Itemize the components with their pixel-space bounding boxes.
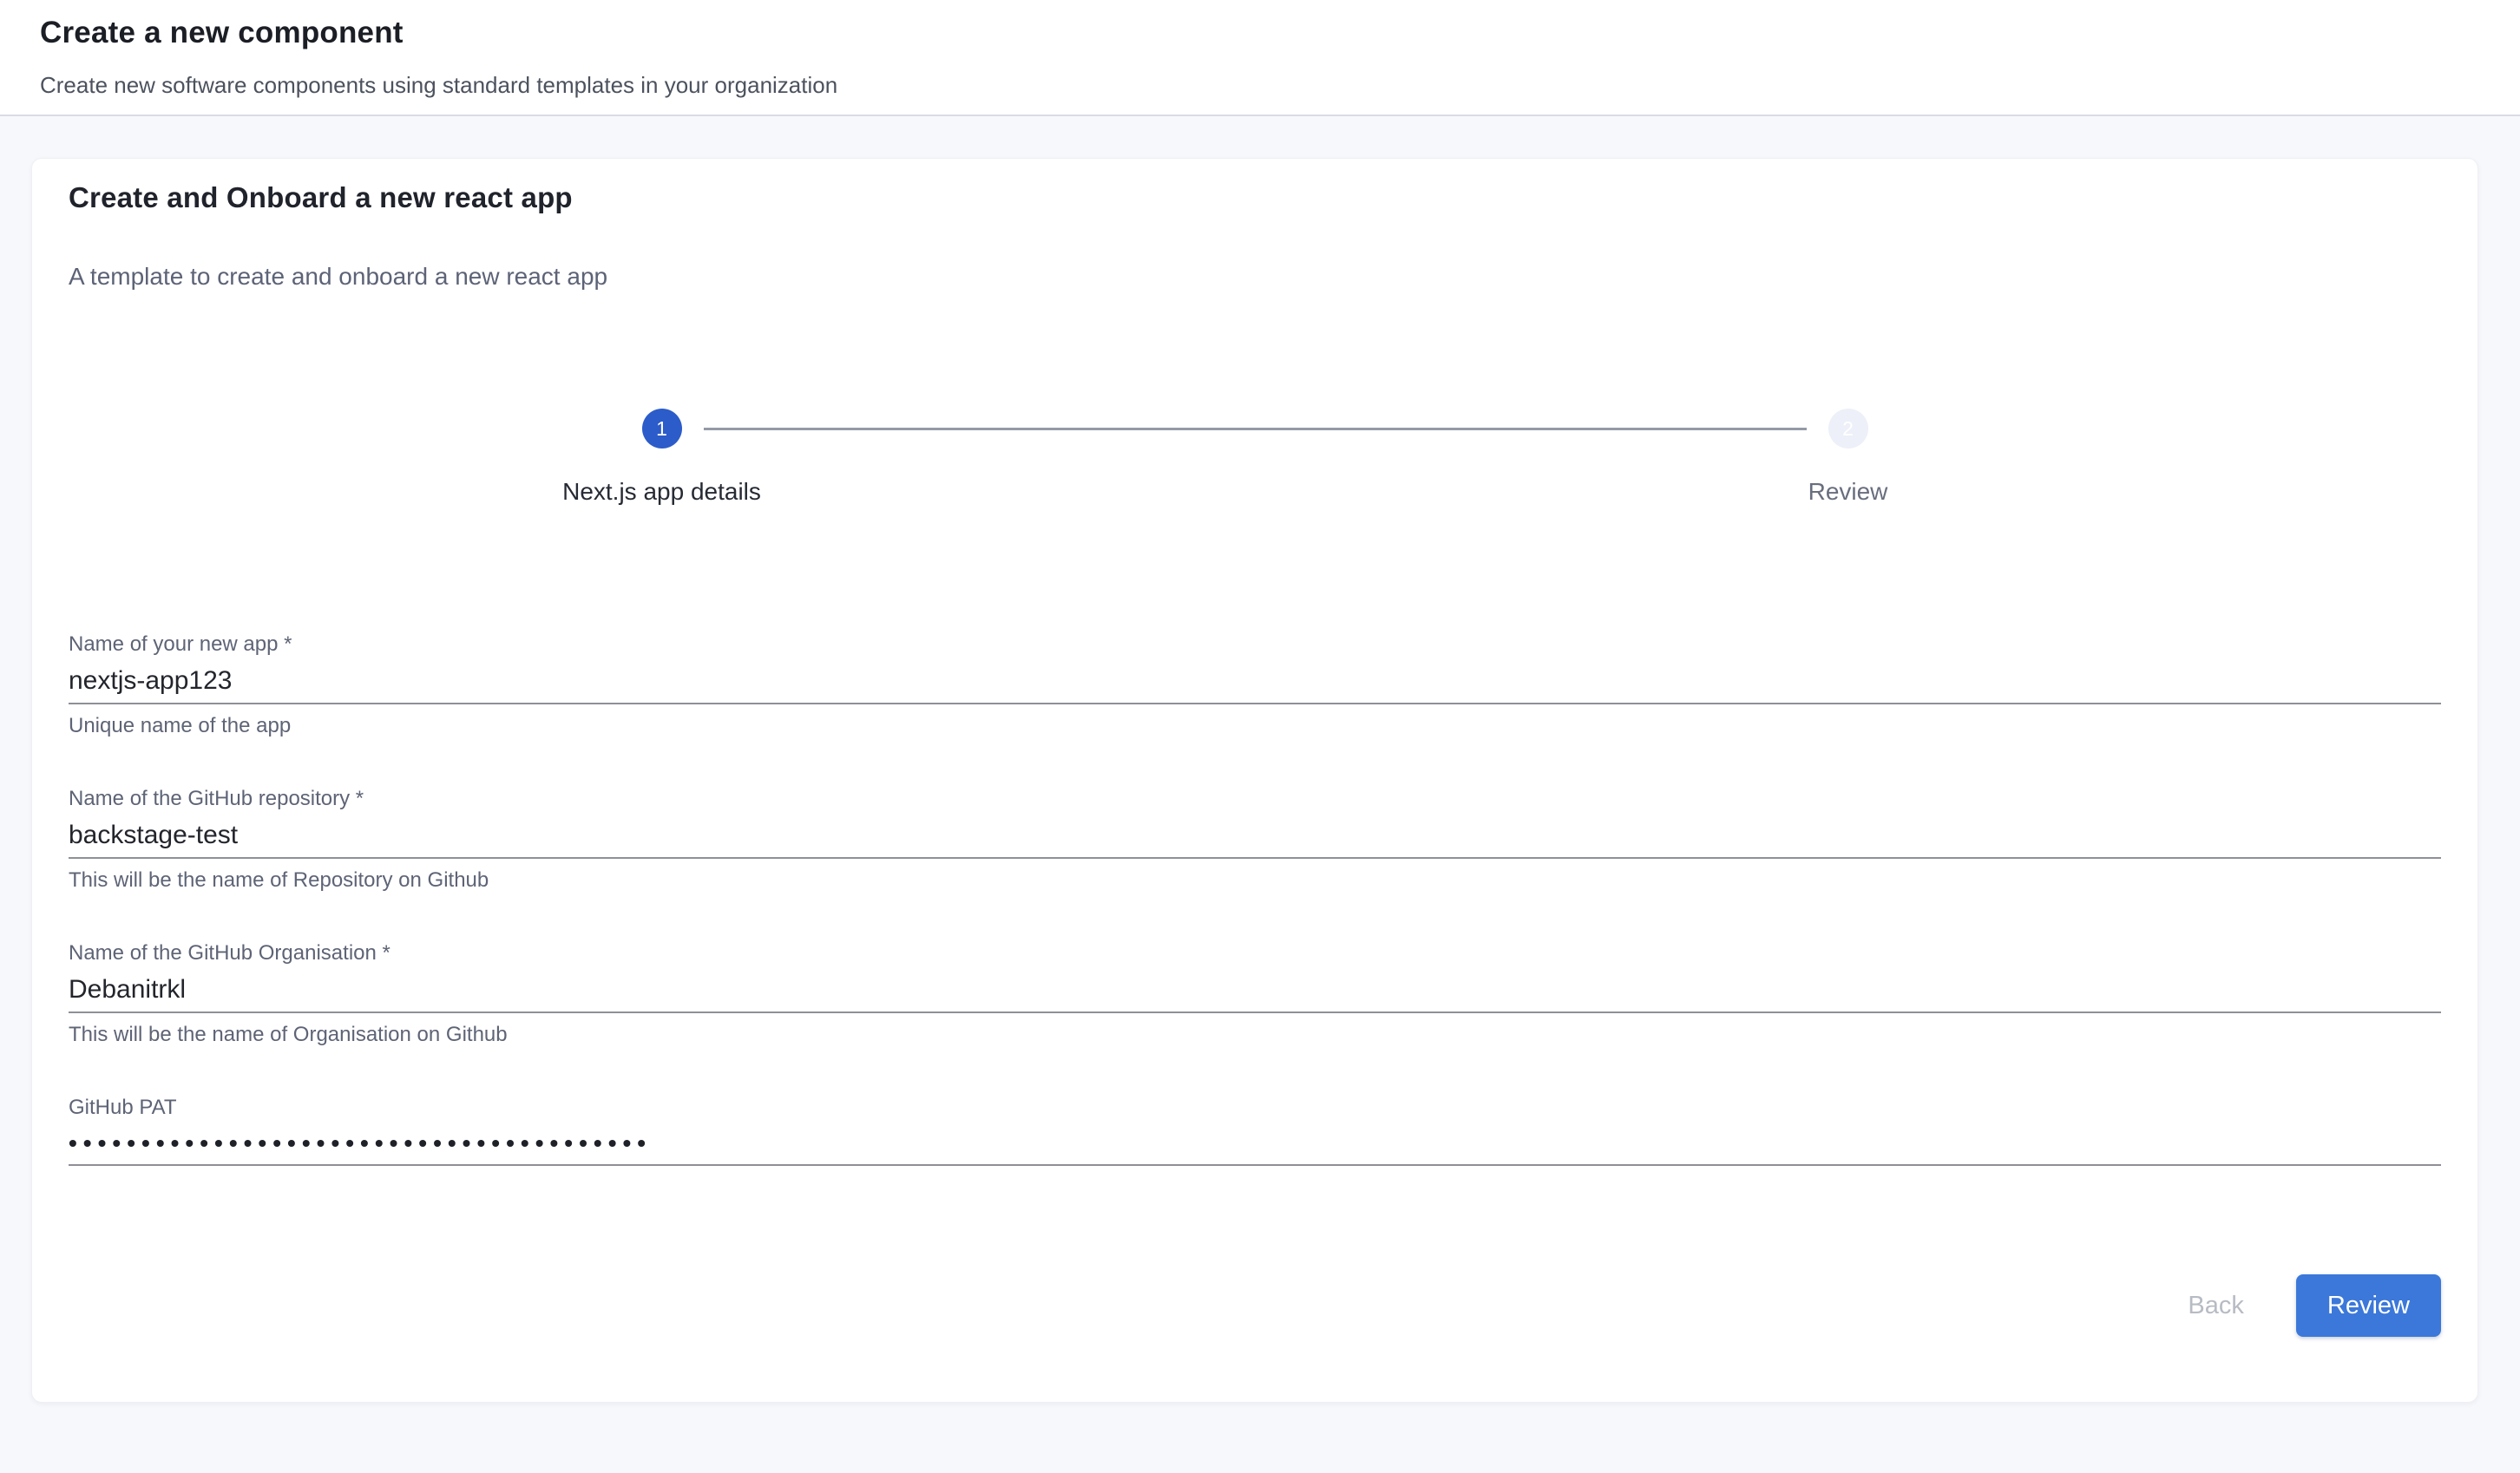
step-1-circle: 1 <box>642 409 682 448</box>
field-github-organisation: Name of the GitHub Organisation * This w… <box>69 940 2441 1048</box>
page-title: Create a new component <box>40 16 2480 50</box>
form-actions: Back Review <box>69 1274 2441 1337</box>
github-pat-input[interactable] <box>69 1129 2441 1166</box>
github-repository-label: Name of the GitHub repository * <box>69 786 2441 812</box>
field-github-pat: GitHub PAT <box>69 1095 2441 1166</box>
step-2-circle: 2 <box>1828 409 1868 448</box>
app-name-helper: Unique name of the app <box>69 713 2441 739</box>
github-organisation-input[interactable] <box>69 975 2441 1013</box>
field-app-name: Name of your new app * Unique name of th… <box>69 632 2441 739</box>
card-title: Create and Onboard a new react app <box>69 181 2441 214</box>
page-header: Create a new component Create new softwa… <box>0 0 2520 116</box>
github-organisation-helper: This will be the name of Organisation on… <box>69 1022 2441 1048</box>
app-name-input[interactable] <box>69 666 2441 704</box>
github-repository-input[interactable] <box>69 821 2441 859</box>
card-subtitle: A template to create and onboard a new r… <box>69 263 2441 291</box>
github-pat-label: GitHub PAT <box>69 1095 2441 1121</box>
step-nextjs-app-details: 1 Next.js app details <box>69 409 1255 506</box>
page-subtitle: Create new software components using sta… <box>40 72 2480 99</box>
review-button[interactable]: Review <box>2296 1274 2441 1337</box>
back-button[interactable]: Back <box>2175 1283 2255 1329</box>
github-repository-helper: This will be the name of Repository on G… <box>69 867 2441 894</box>
stepper-connector-line <box>704 428 1807 430</box>
app-details-form: Name of your new app * Unique name of th… <box>69 632 2441 1166</box>
step-1-number: 1 <box>656 417 667 441</box>
github-organisation-label: Name of the GitHub Organisation * <box>69 940 2441 966</box>
app-name-label: Name of your new app * <box>69 632 2441 658</box>
step-1-label: Next.js app details <box>562 478 761 506</box>
step-review: 2 Review <box>1255 409 2441 506</box>
stepper: 1 Next.js app details 2 Review <box>69 409 2441 506</box>
template-card: Create and Onboard a new react app A tem… <box>31 158 2478 1403</box>
step-2-number: 2 <box>1842 417 1854 441</box>
step-2-label: Review <box>1808 478 1888 506</box>
field-github-repository: Name of the GitHub repository * This wil… <box>69 786 2441 894</box>
